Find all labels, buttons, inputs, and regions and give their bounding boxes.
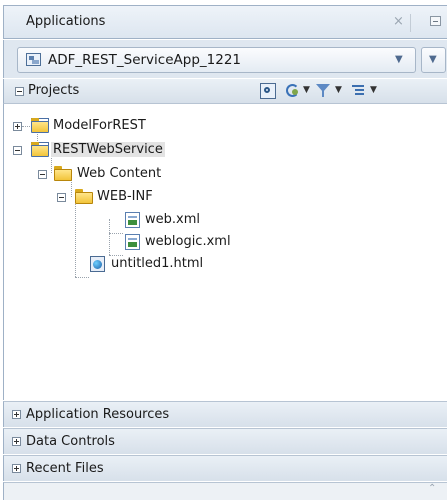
panel-footer: ⌃ bbox=[3, 482, 447, 500]
tree-line bbox=[109, 233, 123, 234]
sync-menu-caret-icon[interactable]: ▼ bbox=[303, 85, 310, 101]
application-menu-button[interactable]: ▼ bbox=[421, 47, 446, 73]
chevron-down-icon: ▼ bbox=[429, 54, 437, 65]
tree-node-label: web.xml bbox=[145, 212, 200, 227]
panel-title: Applications bbox=[26, 14, 106, 29]
tree-node-label: ModelForREST bbox=[53, 118, 146, 133]
panel-title-bar: Applications × bbox=[3, 5, 447, 39]
tree-node-label: untitled1.html bbox=[111, 256, 204, 271]
applications-window: Applications × ADF_REST_ServiceApp_1221 … bbox=[0, 0, 447, 500]
search-icon[interactable] bbox=[260, 83, 276, 99]
section-application-resources[interactable]: Application Resources bbox=[3, 401, 447, 427]
close-icon[interactable]: × bbox=[393, 14, 404, 29]
title-separator bbox=[410, 14, 411, 32]
folder-icon bbox=[54, 166, 72, 182]
section-label: Application Resources bbox=[26, 407, 170, 422]
tree-line bbox=[109, 219, 110, 255]
tree-line bbox=[75, 197, 76, 277]
section-label: Data Controls bbox=[26, 434, 115, 449]
project-folder-icon bbox=[31, 118, 49, 134]
chevron-down-icon: ▼ bbox=[395, 54, 403, 65]
expand-icon[interactable] bbox=[12, 437, 21, 446]
tree-node-web-content[interactable]: Web Content bbox=[38, 164, 238, 186]
collapse-projects-icon[interactable] bbox=[15, 87, 24, 96]
filter-icon[interactable] bbox=[316, 83, 330, 99]
tree-node-label: weblogic.xml bbox=[145, 234, 231, 249]
xml-file-icon bbox=[125, 234, 143, 250]
layout-menu-caret-icon[interactable]: ▼ bbox=[370, 85, 377, 101]
section-recent-files[interactable]: Recent Files bbox=[3, 455, 447, 481]
tree-node-web-xml[interactable]: web.xml bbox=[122, 210, 322, 232]
tree-node-restwebservice[interactable]: RESTWebService bbox=[13, 140, 213, 162]
xml-file-icon bbox=[125, 212, 143, 228]
collapse-icon[interactable] bbox=[38, 170, 47, 179]
collapse-icon[interactable] bbox=[13, 146, 22, 155]
tree-line bbox=[75, 277, 89, 278]
html-file-icon bbox=[90, 256, 108, 272]
section-label: Recent Files bbox=[26, 461, 104, 476]
collapse-icon[interactable] bbox=[57, 193, 66, 202]
tree-node-weblogic-xml[interactable]: weblogic.xml bbox=[122, 232, 322, 254]
application-selector-row: ADF_REST_ServiceApp_1221 ▼ ▼ bbox=[3, 40, 447, 78]
expand-icon[interactable] bbox=[12, 464, 21, 473]
expand-icon[interactable] bbox=[13, 122, 22, 131]
tree-node-label: RESTWebService bbox=[51, 142, 165, 157]
tree-node-web-inf[interactable]: WEB-INF bbox=[57, 187, 257, 209]
folder-icon bbox=[75, 189, 93, 205]
minimize-icon[interactable] bbox=[430, 16, 441, 26]
projects-header[interactable]: Projects ▼ ▼ ▼ bbox=[3, 79, 447, 104]
section-data-controls[interactable]: Data Controls bbox=[3, 428, 447, 454]
tree-node-label: WEB-INF bbox=[97, 189, 153, 204]
application-dropdown-value: ADF_REST_ServiceApp_1221 bbox=[48, 52, 241, 68]
sync-icon[interactable] bbox=[285, 83, 301, 99]
tree-node-label: Web Content bbox=[77, 166, 162, 181]
project-folder-icon bbox=[31, 142, 49, 158]
scroll-up-icon[interactable]: ⌃ bbox=[428, 483, 436, 494]
tree-node-modelforrest[interactable]: ModelForREST bbox=[13, 116, 213, 138]
application-icon bbox=[26, 53, 41, 66]
tree-node-untitled1-html[interactable]: untitled1.html bbox=[87, 254, 287, 276]
expand-icon[interactable] bbox=[12, 410, 21, 419]
filter-menu-caret-icon[interactable]: ▼ bbox=[335, 85, 342, 101]
project-tree: ModelForREST RESTWebService Web Content … bbox=[3, 104, 447, 400]
application-dropdown[interactable]: ADF_REST_ServiceApp_1221 ▼ bbox=[17, 47, 416, 73]
projects-title: Projects bbox=[28, 83, 80, 98]
layout-icon[interactable] bbox=[350, 83, 366, 99]
